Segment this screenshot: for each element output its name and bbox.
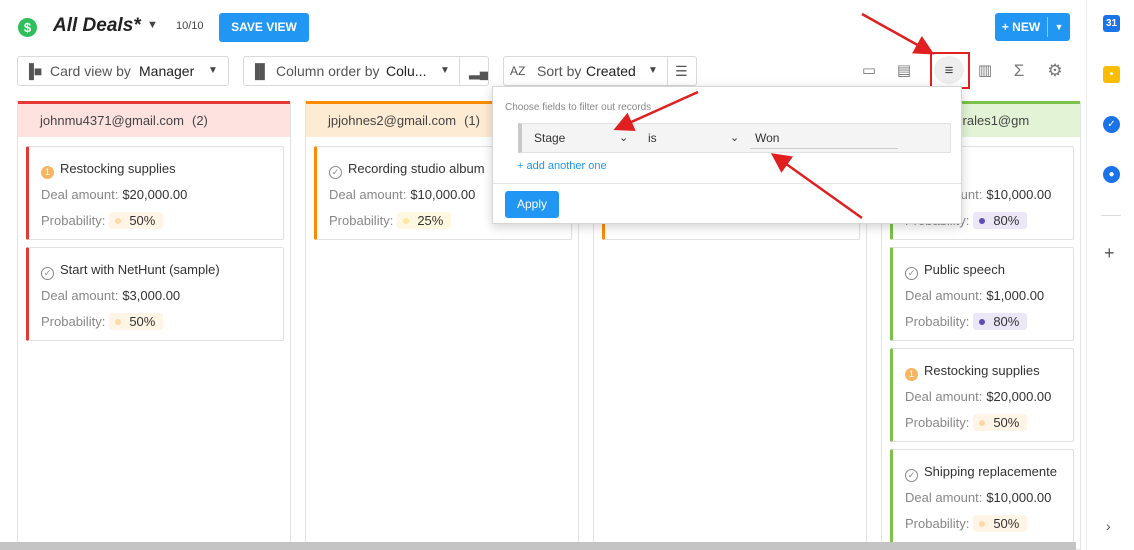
- arrow-to-won-value: [770, 153, 863, 220]
- contacts-icon[interactable]: ●: [1103, 166, 1120, 183]
- expand-icon[interactable]: ›: [1106, 518, 1111, 534]
- tasks-icon[interactable]: ✓: [1103, 116, 1120, 133]
- calendar-icon[interactable]: 31: [1103, 15, 1120, 32]
- arrow-to-filter-button: [861, 12, 935, 55]
- horizontal-scrollbar[interactable]: [0, 542, 1076, 550]
- annotation-arrows: [613, 12, 935, 220]
- sidebar-divider: [1101, 215, 1121, 216]
- arrow-to-stage-field: [613, 90, 699, 131]
- add-icon[interactable]: +: [1104, 243, 1115, 264]
- keep-notes-icon[interactable]: •: [1103, 66, 1120, 83]
